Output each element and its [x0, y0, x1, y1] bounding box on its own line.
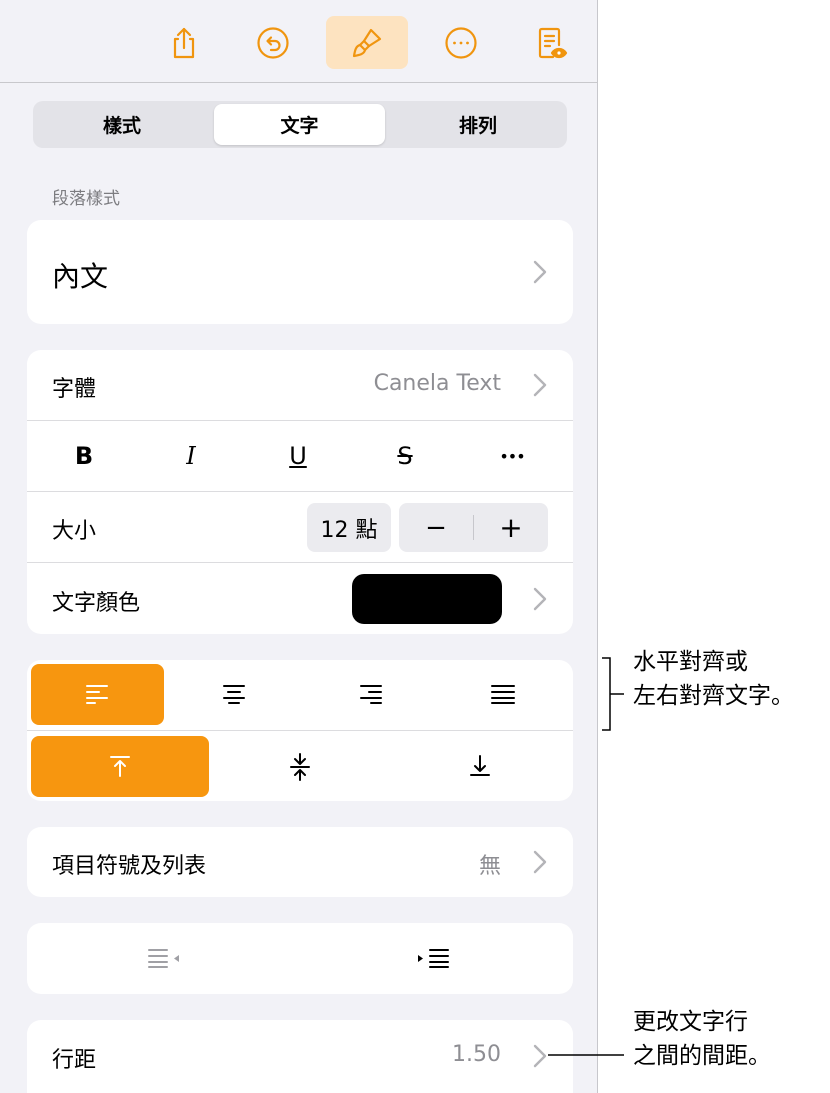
- toolbar: [0, 0, 597, 83]
- align-middle-icon: [290, 753, 310, 781]
- valign-top-button[interactable]: [31, 736, 209, 797]
- share-button[interactable]: [143, 16, 225, 69]
- size-label: 大小: [52, 519, 97, 544]
- divider: [27, 730, 573, 731]
- indent-icon: [418, 949, 449, 968]
- more-text-options-button[interactable]: •••: [472, 421, 552, 491]
- chevron-right-icon: [533, 587, 547, 611]
- format-button[interactable]: [326, 16, 408, 69]
- undo-button[interactable]: [232, 16, 314, 69]
- share-icon: [173, 27, 195, 58]
- indent-card: [27, 923, 573, 994]
- text-color-swatch[interactable]: [352, 574, 502, 624]
- line-spacing-callout-line: [548, 1054, 624, 1056]
- format-panel: 樣式 文字 排列 段落樣式 內文 字體 Canela Text B I U S …: [0, 0, 598, 1093]
- bullets-label: 項目符號及列表: [52, 854, 207, 879]
- bold-button[interactable]: B: [44, 421, 124, 491]
- align-right-icon: [360, 685, 382, 704]
- spacing-callout-line2: 之間的間距。: [633, 1043, 771, 1069]
- text-color-label: 文字顏色: [52, 591, 141, 616]
- tab-text[interactable]: 文字: [214, 104, 385, 145]
- align-top-icon: [110, 756, 130, 777]
- text-color-row[interactable]: 文字顏色: [27, 563, 573, 634]
- line-spacing-label: 行距: [52, 1048, 97, 1073]
- font-value: Canela Text: [373, 371, 501, 396]
- alignment-card: [27, 660, 573, 801]
- font-row[interactable]: 字體 Canela Text: [27, 350, 573, 420]
- document-eye-icon: [538, 27, 568, 58]
- align-center-icon: [223, 685, 245, 704]
- paintbrush-icon: [352, 28, 382, 57]
- decrease-size-button[interactable]: −: [399, 503, 473, 552]
- align-bottom-icon: [470, 755, 490, 776]
- italic-button[interactable]: I: [151, 421, 231, 491]
- bullets-value: 無: [478, 854, 501, 879]
- align-left-icon: [86, 685, 108, 704]
- decrease-indent-button[interactable]: [27, 923, 300, 994]
- size-row: 大小 12 點 − +: [27, 492, 573, 562]
- line-spacing-row[interactable]: 行距 1.50: [27, 1020, 573, 1093]
- alignment-callout-line2: 左右對齊文字。: [633, 683, 794, 709]
- paragraph-style-value: 內文: [52, 260, 109, 293]
- text-style-row: B I U S •••: [27, 421, 573, 491]
- chevron-right-icon: [533, 373, 547, 397]
- reading-view-button[interactable]: [510, 16, 592, 69]
- spacing-callout-line1: 更改文字行: [633, 1009, 748, 1035]
- font-card: 字體 Canela Text B I U S ••• 大小 12 點 − + 文…: [27, 350, 573, 634]
- inspector-tabs: 樣式 文字 排列: [33, 101, 567, 148]
- valign-bottom-button[interactable]: [391, 736, 569, 797]
- tab-style[interactable]: 樣式: [36, 104, 208, 145]
- justify-button[interactable]: [436, 664, 569, 725]
- chevron-right-icon: [533, 260, 547, 284]
- underline-button[interactable]: U: [258, 421, 338, 491]
- alignment-callout-line1: 水平對齊或: [633, 649, 748, 675]
- increase-size-button[interactable]: +: [474, 503, 548, 552]
- alignment-callout-bracket: [602, 657, 624, 731]
- align-right-button[interactable]: [303, 664, 436, 725]
- paragraph-style-row[interactable]: 內文: [27, 220, 573, 324]
- line-spacing-value: 1.50: [452, 1042, 501, 1067]
- undo-icon: [257, 26, 289, 59]
- strikethrough-button[interactable]: S: [365, 421, 445, 491]
- paragraph-style-section-label: 段落樣式: [52, 189, 120, 209]
- more-options-button[interactable]: [420, 16, 502, 69]
- outdent-icon: [148, 949, 179, 968]
- size-stepper: − +: [399, 503, 548, 552]
- chevron-right-icon: [533, 1044, 547, 1068]
- increase-indent-button[interactable]: [300, 923, 573, 994]
- size-value[interactable]: 12 點: [307, 503, 391, 552]
- tab-arrange[interactable]: 排列: [392, 104, 564, 145]
- justify-icon: [491, 685, 515, 704]
- align-center-button[interactable]: [167, 664, 300, 725]
- valign-middle-button[interactable]: [211, 736, 389, 797]
- align-left-button[interactable]: [31, 664, 164, 725]
- font-label: 字體: [52, 377, 97, 402]
- chevron-right-icon: [533, 850, 547, 874]
- bullets-and-lists-row[interactable]: 項目符號及列表 無: [27, 827, 573, 897]
- ellipsis-circle-icon: [445, 26, 477, 59]
